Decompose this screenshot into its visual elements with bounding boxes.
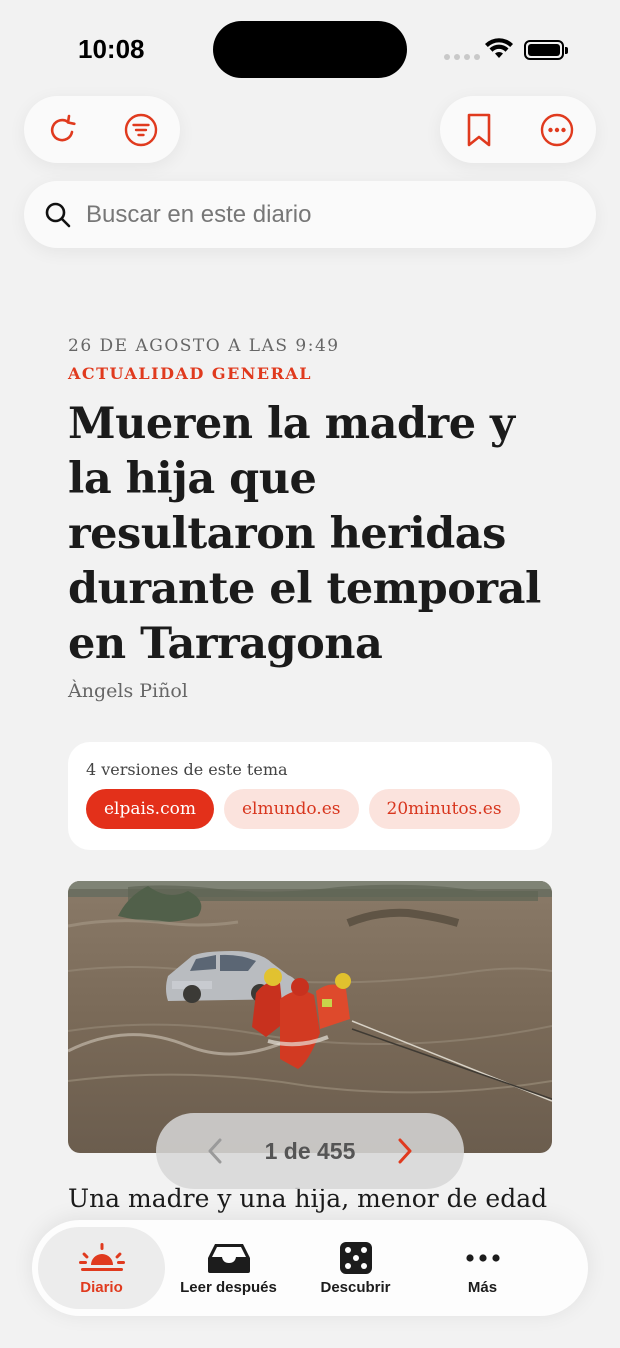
search-input[interactable] bbox=[86, 200, 566, 229]
tab-label: Descubrir bbox=[320, 1278, 391, 1296]
dynamic-island bbox=[213, 21, 407, 78]
tab-leer-despues[interactable]: Leer después bbox=[165, 1227, 292, 1309]
toolbar-right-group bbox=[440, 96, 596, 163]
versions-card: 4 versiones de este tema elpais.com elmu… bbox=[68, 742, 552, 850]
sunrise-icon bbox=[78, 1242, 125, 1271]
tab-mas[interactable]: Más bbox=[419, 1227, 546, 1309]
source-chip-20minutos[interactable]: 20minutos.es bbox=[368, 789, 520, 829]
wifi-icon bbox=[485, 38, 513, 58]
source-chip-elpais[interactable]: elpais.com bbox=[86, 789, 214, 829]
article-section[interactable]: ACTUALIDAD GENERAL bbox=[68, 364, 552, 383]
more-icon[interactable] bbox=[535, 108, 579, 152]
source-chips: elpais.com elmundo.es 20minutos.es bbox=[86, 789, 534, 829]
tab-descubrir[interactable]: Descubrir bbox=[292, 1227, 419, 1309]
article-author: Àngels Piñol bbox=[68, 680, 188, 702]
source-chip-elmundo[interactable]: elmundo.es bbox=[223, 789, 359, 829]
pager-counter: 1 de 455 bbox=[264, 1137, 356, 1164]
article-pager: 1 de 455 bbox=[156, 1113, 464, 1189]
cellular-signal-icon bbox=[444, 54, 480, 60]
battery-icon bbox=[524, 40, 568, 60]
previous-article-icon[interactable] bbox=[194, 1129, 238, 1173]
next-article-icon[interactable] bbox=[382, 1129, 426, 1173]
search-bar[interactable] bbox=[24, 181, 596, 248]
versions-title: 4 versiones de este tema bbox=[86, 760, 288, 779]
status-bar: 10:08 bbox=[0, 0, 620, 96]
tab-bar: Diario Leer después Descubrir Más bbox=[32, 1220, 588, 1316]
toolbar-left-group bbox=[24, 96, 180, 163]
tab-label: Diario bbox=[80, 1278, 123, 1296]
refresh-icon[interactable] bbox=[41, 108, 85, 152]
article-lead: Una madre y una hija, menor de edad bbox=[68, 1184, 548, 1213]
status-time: 10:08 bbox=[78, 34, 145, 64]
article-header: 26 DE AGOSTO A LAS 9:49 ACTUALIDAD GENER… bbox=[68, 336, 552, 702]
tab-label: Más bbox=[467, 1278, 498, 1296]
search-icon bbox=[45, 202, 71, 227]
article-headline[interactable]: Mueren la madre y la hija que resultaron… bbox=[68, 397, 552, 672]
filter-icon[interactable] bbox=[119, 108, 163, 152]
dice-icon bbox=[339, 1241, 372, 1274]
article-date: 26 DE AGOSTO A LAS 9:49 bbox=[68, 336, 340, 356]
ellipsis-icon bbox=[465, 1253, 500, 1262]
tab-diario[interactable]: Diario bbox=[38, 1227, 165, 1309]
bookmark-icon[interactable] bbox=[457, 108, 501, 152]
inbox-icon bbox=[207, 1243, 250, 1273]
tab-label: Leer después bbox=[180, 1278, 277, 1296]
